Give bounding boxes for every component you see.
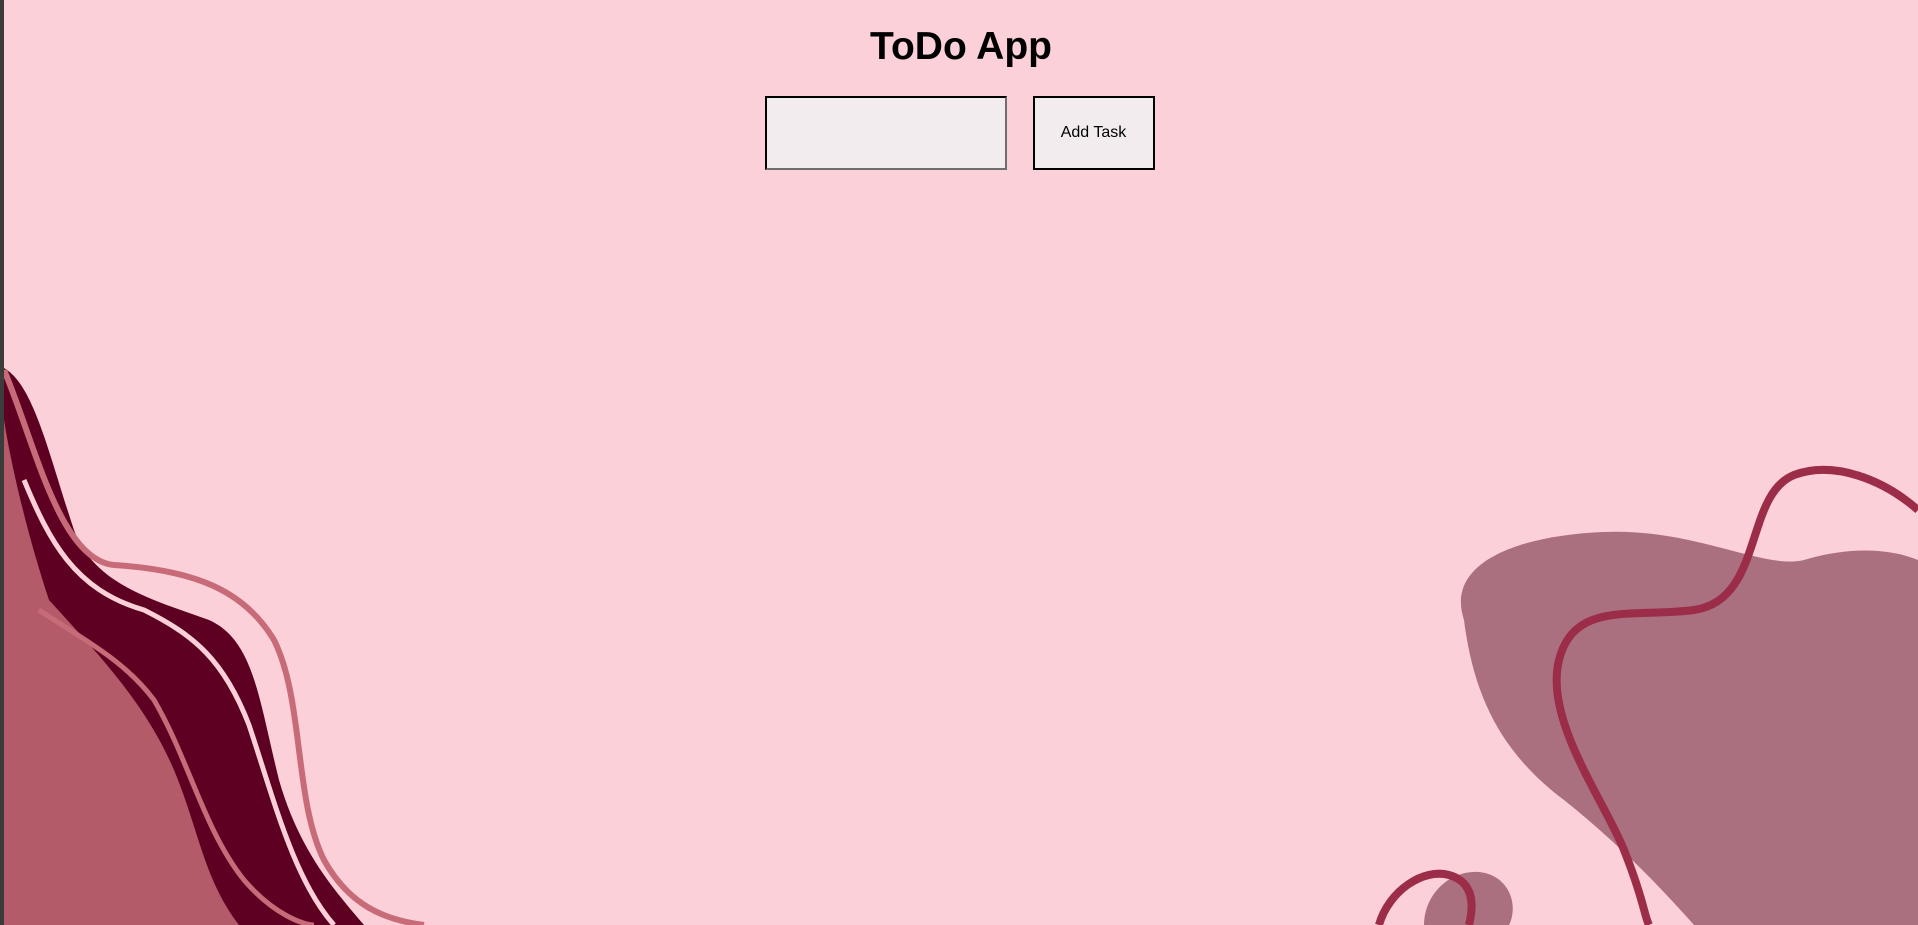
add-task-form: Add Task xyxy=(4,96,1918,170)
add-task-button[interactable]: Add Task xyxy=(1032,96,1155,170)
page-title: ToDo App xyxy=(870,25,1052,68)
right-blob xyxy=(1460,531,1918,925)
app-viewport: ToDo App Add Task xyxy=(4,0,1918,925)
main-content: ToDo App Add Task xyxy=(4,0,1918,170)
task-input[interactable] xyxy=(764,96,1007,170)
